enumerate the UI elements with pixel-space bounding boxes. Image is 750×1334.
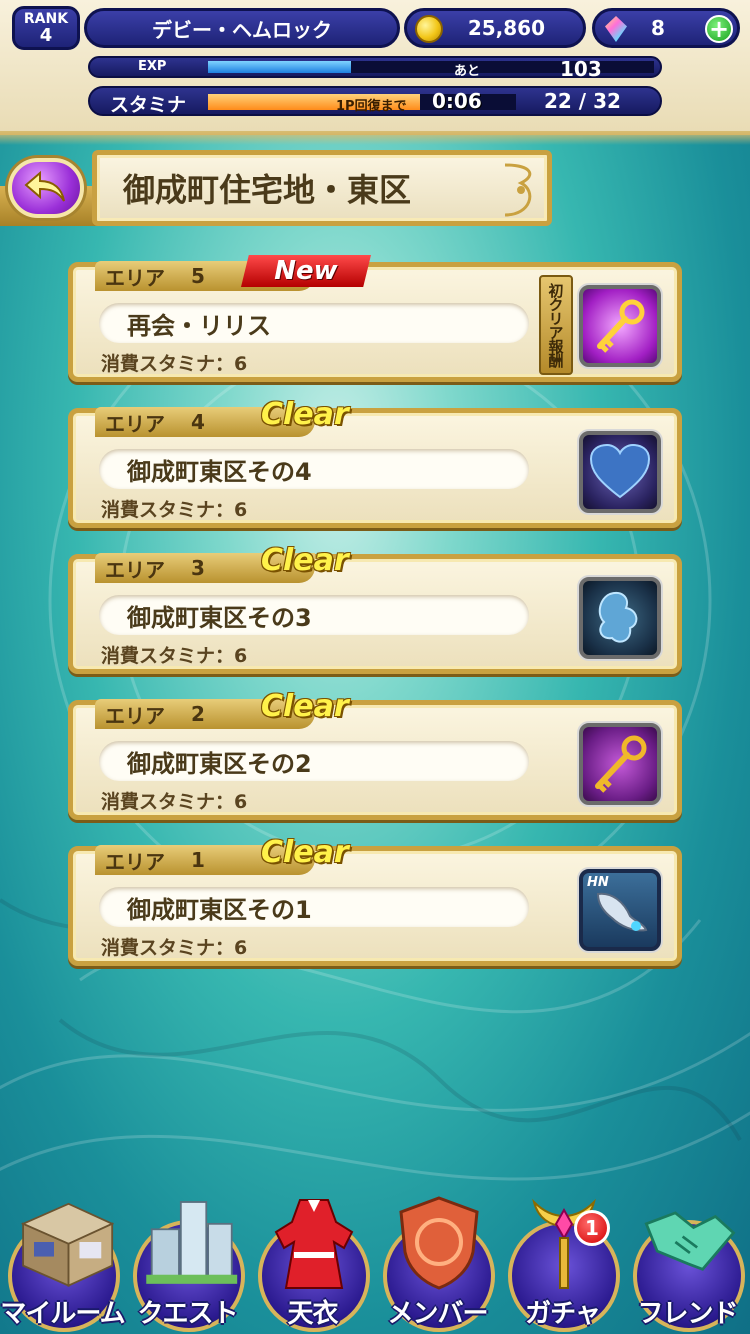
- nav-gacha[interactable]: 1 ガチャ: [500, 1192, 625, 1334]
- stamina-cost: 消費スタミナ：6: [101, 499, 248, 521]
- clear-badge: Clear: [261, 835, 349, 870]
- rank-display: RANK 4: [12, 6, 80, 50]
- player-name: デビー・ヘムロック: [152, 17, 332, 42]
- nav-quest[interactable]: クエスト: [125, 1192, 250, 1334]
- area-number: 4: [191, 410, 205, 434]
- notification-badge: 1: [574, 1210, 610, 1246]
- area-label: エリア: [105, 265, 165, 290]
- first-clear-reward-tag: 初クリア報酬: [539, 275, 573, 375]
- gem-icon: [605, 16, 627, 42]
- nav-label: 天衣: [287, 1299, 338, 1329]
- stamina-recover-label: 1P回復まで: [336, 99, 407, 114]
- add-gems-button[interactable]: +: [705, 15, 733, 43]
- reward-tag: HN: [587, 875, 609, 890]
- reward-golden-key-icon[interactable]: [579, 285, 661, 367]
- golden-key-icon: [597, 299, 645, 353]
- page-title: 御成町住宅地・東区: [123, 171, 412, 209]
- area-label: エリア: [105, 849, 165, 874]
- nav-label: マイルーム: [0, 1299, 125, 1329]
- wing-charm-icon: [596, 892, 648, 932]
- area-number: 2: [191, 702, 205, 726]
- area-number: 1: [191, 848, 205, 872]
- quest-name: 御成町東区その4: [99, 449, 529, 489]
- bottom-navigation: マイルーム クエスト 天衣 メンバー 1 ガチャ フレンド: [0, 1192, 750, 1334]
- gem-counter: 8 +: [592, 8, 740, 48]
- clear-badge: Clear: [261, 397, 349, 432]
- title-ornament-icon: [504, 163, 532, 217]
- quest-name: 御成町東区その1: [99, 887, 529, 927]
- reward-heart-pendant-icon[interactable]: [579, 431, 661, 513]
- nav-label: ガチャ: [525, 1299, 601, 1329]
- nav-label: フレンド: [637, 1299, 738, 1329]
- nav-label: クエスト: [137, 1299, 238, 1329]
- exp-remaining-value: 103: [560, 57, 602, 81]
- stage-title-plate: 御成町住宅地・東区: [92, 150, 552, 226]
- city-icon: [139, 1192, 239, 1292]
- stamina-timer: 0:06: [432, 89, 482, 113]
- stamina-bar: スタミナ 1P回復まで 0:06 22 / 32: [88, 86, 662, 116]
- blue-charm-icon: [598, 592, 638, 643]
- quest-card[interactable]: エリア 1 Clear 御成町東区その1 消費スタミナ：6 HN: [68, 835, 682, 966]
- quest-name: 再会・リリス: [99, 303, 529, 343]
- quest-card[interactable]: エリア 3 Clear 御成町東区その3 消費スタミナ：6: [68, 543, 682, 674]
- top-status-bar: RANK 4 デビー・ヘムロック 25,860 8 + EXP あと 103 ス…: [0, 0, 750, 145]
- nav-my-room[interactable]: マイルーム: [0, 1192, 126, 1334]
- coin-amount: 25,860: [467, 16, 545, 40]
- area-label: エリア: [105, 557, 165, 582]
- golden-key-icon: [595, 735, 647, 793]
- coin-counter: 25,860: [404, 8, 586, 48]
- exp-fill: [208, 61, 351, 73]
- dress-icon: [264, 1192, 364, 1292]
- gem-amount: 8: [651, 16, 665, 40]
- nav-member[interactable]: メンバー: [375, 1192, 500, 1334]
- heart-pendant-icon: [589, 443, 651, 499]
- reward-blue-charm-icon[interactable]: [579, 577, 661, 659]
- quest-name: 御成町東区その2: [99, 741, 529, 781]
- room-icon: [14, 1192, 114, 1292]
- exp-label: EXP: [138, 59, 167, 74]
- area-number: 5: [191, 264, 205, 288]
- stamina-value: 22 / 32: [544, 89, 621, 113]
- stamina-cost: 消費スタミナ：6: [101, 791, 248, 813]
- coin-icon: [415, 15, 443, 43]
- nav-label: メンバー: [387, 1299, 488, 1329]
- nav-tenue[interactable]: 天衣: [250, 1192, 375, 1334]
- rank-value: 4: [39, 25, 53, 46]
- quest-card[interactable]: エリア 5 New 再会・リリス 消費スタミナ：6 初クリア報酬: [68, 255, 682, 382]
- stamina-cost: 消費スタミナ：6: [101, 645, 248, 667]
- player-name-plate[interactable]: デビー・ヘムロック: [84, 8, 400, 48]
- area-label: エリア: [105, 411, 165, 436]
- quest-card[interactable]: エリア 4 Clear 御成町東区その4 消費スタミナ：6: [68, 397, 682, 528]
- nav-friend[interactable]: フレンド: [625, 1192, 750, 1334]
- handshake-icon: [639, 1192, 739, 1292]
- clear-badge: Clear: [261, 543, 349, 578]
- area-number: 3: [191, 556, 205, 580]
- clear-badge: Clear: [261, 689, 349, 724]
- new-badge: New: [241, 255, 371, 287]
- exp-remaining-prefix: あと: [454, 64, 481, 79]
- area-label: エリア: [105, 703, 165, 728]
- back-arrow-icon: [24, 171, 65, 202]
- exp-bar: EXP あと 103: [88, 56, 662, 81]
- quest-name: 御成町東区その3: [99, 595, 529, 635]
- stamina-cost: 消費スタミナ：6: [101, 937, 248, 959]
- stamina-cost: 消費スタミナ：6: [101, 353, 248, 375]
- reward-wing-charm-icon[interactable]: HN: [579, 869, 661, 951]
- stamina-label: スタミナ: [110, 94, 187, 116]
- quest-card[interactable]: エリア 2 Clear 御成町東区その2 消費スタミナ：6: [68, 689, 682, 820]
- back-button[interactable]: [8, 158, 84, 218]
- reward-golden-key-icon[interactable]: [579, 723, 661, 805]
- shield-emblem-icon: [389, 1192, 489, 1292]
